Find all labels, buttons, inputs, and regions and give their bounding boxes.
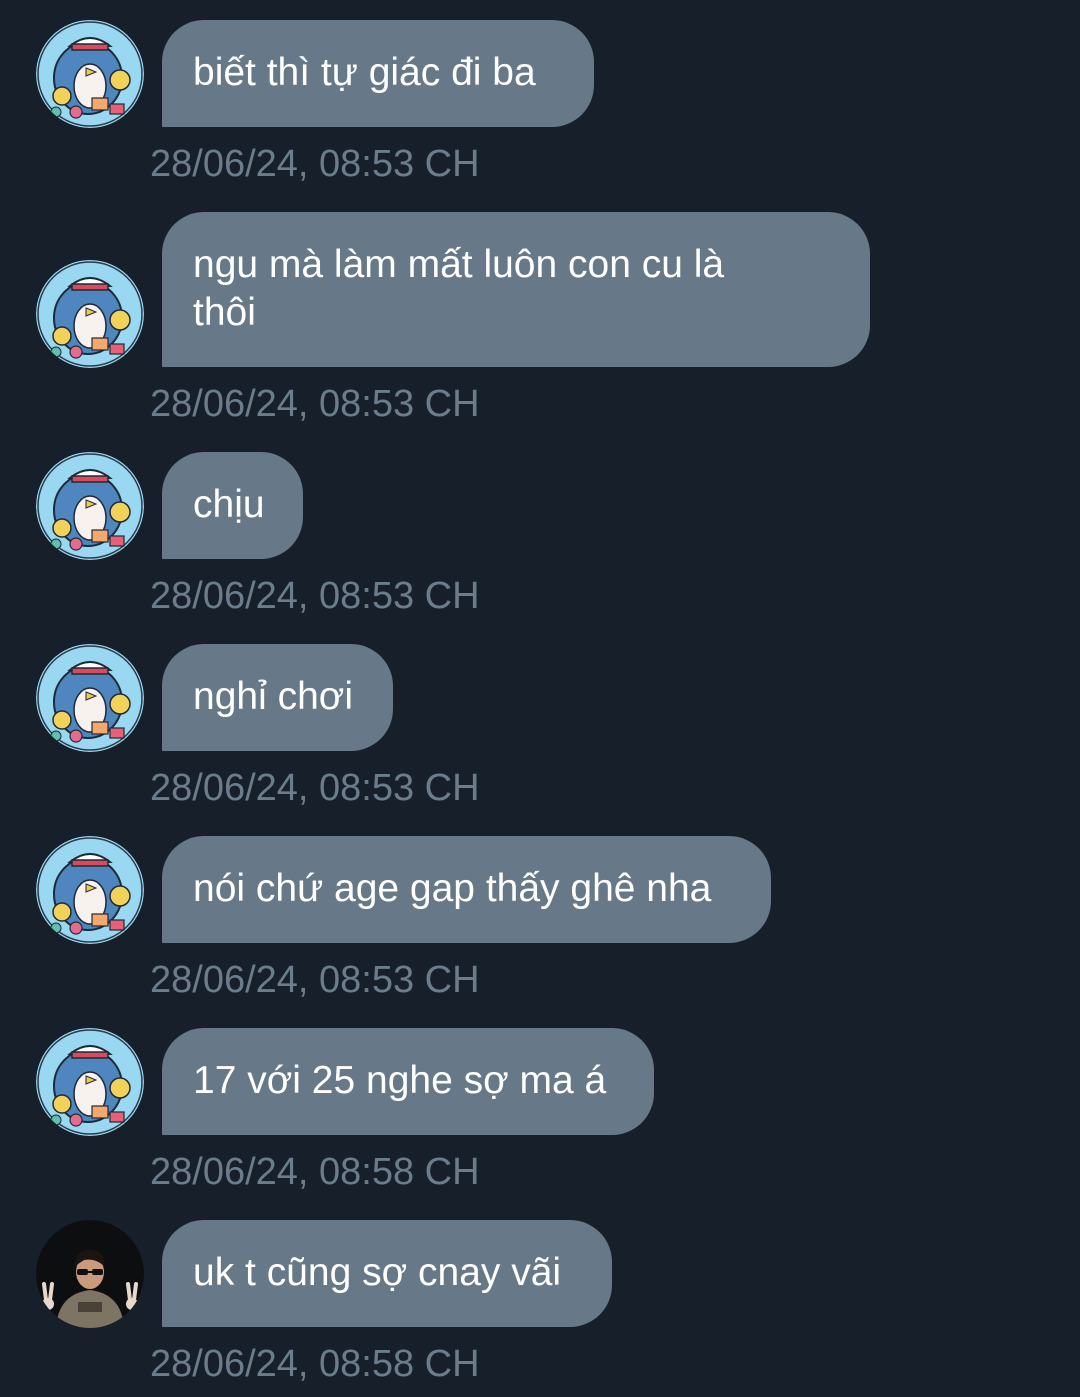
message-timestamp: 28/06/24, 08:58 CH	[150, 1151, 480, 1193]
message-bubble[interactable]: chịu	[162, 452, 303, 559]
person-photo-icon[interactable]	[36, 1220, 144, 1328]
penguin-icon[interactable]	[36, 644, 144, 752]
message-timestamp: 28/06/24, 08:53 CH	[150, 959, 480, 1001]
message-bubble[interactable]: nói chứ age gap thấy ghê nha	[162, 836, 771, 943]
penguin-icon[interactable]	[36, 260, 144, 368]
message-timestamp: 28/06/24, 08:53 CH	[150, 575, 480, 617]
chat-thread: biết thì tự giác đi ba 28/06/24, 08:53 C…	[0, 0, 1080, 1397]
message-timestamp: 28/06/24, 08:53 CH	[150, 143, 480, 185]
message-bubble[interactable]: uk t cũng sợ cnay vãi	[162, 1220, 612, 1327]
message-timestamp: 28/06/24, 08:53 CH	[150, 767, 480, 809]
penguin-icon[interactable]	[36, 452, 144, 560]
message-bubble[interactable]: 17 với 25 nghe sợ ma á	[162, 1028, 654, 1135]
penguin-icon[interactable]	[36, 20, 144, 128]
message-bubble[interactable]: biết thì tự giác đi ba	[162, 20, 594, 127]
penguin-icon[interactable]	[36, 1028, 144, 1136]
penguin-icon[interactable]	[36, 836, 144, 944]
message-timestamp: 28/06/24, 08:58 CH	[150, 1343, 480, 1385]
message-timestamp: 28/06/24, 08:53 CH	[150, 383, 480, 425]
message-bubble[interactable]: ngu mà làm mất luôn con cu là thôi	[162, 212, 870, 367]
message-bubble[interactable]: nghỉ chơi	[162, 644, 393, 751]
